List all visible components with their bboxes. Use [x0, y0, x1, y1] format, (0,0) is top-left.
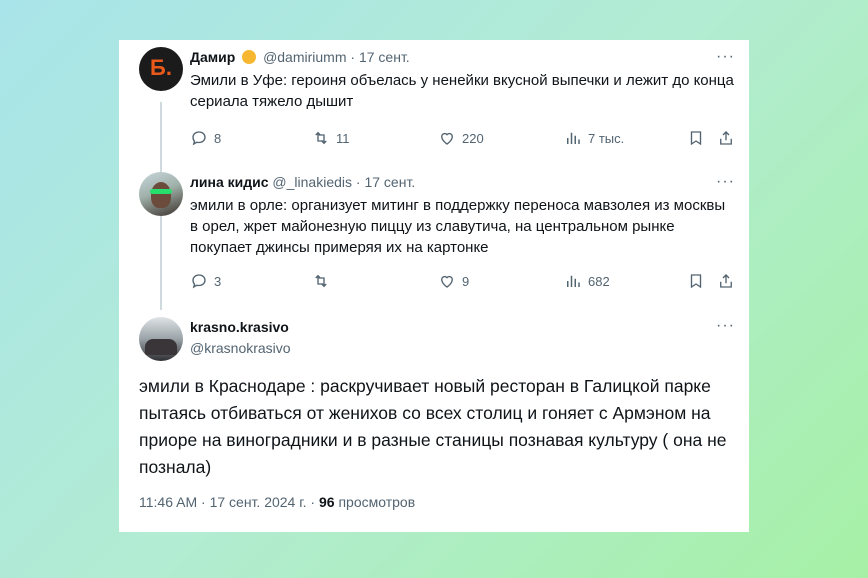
author-name[interactable]: Дамир — [190, 49, 235, 65]
like-button[interactable]: 220 — [438, 128, 484, 148]
share-icon — [720, 274, 732, 288]
bookmark-icon — [690, 131, 702, 146]
retweet-count: 11 — [336, 130, 350, 146]
avatar[interactable] — [139, 317, 183, 361]
tweet-date[interactable]: 17 сент. — [364, 174, 415, 190]
reply-icon — [192, 274, 206, 289]
separator: · — [310, 494, 316, 510]
share-button[interactable] — [717, 271, 741, 291]
reply-button[interactable]: 8 — [190, 128, 221, 148]
tweet-header: лина кидис @_linakiedis · 17 сент. — [190, 174, 415, 190]
author-name[interactable]: krasno.krasivo — [190, 319, 289, 335]
avatar[interactable] — [139, 172, 183, 216]
tweet-card: Б. Дамир @damiriumm · 17 сент. ··· Эмили… — [119, 40, 749, 532]
retweet-icon — [315, 131, 327, 145]
more-icon[interactable]: ··· — [716, 48, 735, 66]
main-tweet-handle-row: @krasnokrasivo — [190, 340, 291, 356]
views-count: 682 — [588, 273, 610, 289]
views-icon — [567, 275, 580, 287]
like-icon — [441, 275, 453, 288]
emoji-icon — [242, 50, 257, 64]
author-handle[interactable]: @krasnokrasivo — [190, 340, 291, 356]
more-icon[interactable]: ··· — [716, 173, 735, 191]
author-name[interactable]: лина кидис — [190, 174, 269, 190]
action-bar: 3 9 682 — [190, 271, 735, 291]
reply-count: 8 — [214, 130, 222, 146]
retweet-button[interactable]: 11 — [312, 128, 350, 148]
reply-count: 3 — [214, 273, 222, 289]
tweet-date[interactable]: 17 сент. — [359, 49, 410, 65]
like-button[interactable]: 9 — [438, 271, 469, 291]
bookmark-icon — [690, 274, 702, 289]
like-icon — [441, 132, 453, 145]
tweet-full-date[interactable]: 17 сент. 2024 г. — [210, 494, 307, 510]
share-button[interactable] — [717, 128, 741, 148]
retweet-icon — [315, 274, 327, 288]
tweet-header: Дамир @damiriumm · 17 сент. — [190, 49, 410, 65]
views-button[interactable]: 682 — [564, 271, 610, 291]
reply-button[interactable]: 3 — [190, 271, 221, 291]
tweet-time[interactable]: 11:46 AM — [139, 494, 197, 510]
avatar-group — [145, 339, 177, 355]
retweet-button[interactable] — [312, 271, 336, 291]
views-icon — [567, 132, 580, 144]
bookmark-button[interactable] — [687, 271, 711, 291]
bookmark-button[interactable] — [687, 128, 711, 148]
views-button[interactable]: 7 тыс. — [564, 128, 624, 148]
tweet-text: Эмили в Уфе: героиня объелась у ненейки … — [190, 72, 734, 110]
views-count: 7 тыс. — [588, 130, 625, 146]
avatar-logo: Б. — [150, 55, 172, 80]
views-label: просмотров — [338, 494, 416, 510]
action-bar: 8 11 220 7 тыс. — [190, 128, 735, 148]
views-count: 96 — [318, 494, 335, 510]
reply-icon — [192, 131, 206, 146]
like-count: 9 — [462, 273, 470, 289]
tweet-meta: 11:46 AM · 17 сент. 2024 г. · 96 просмот… — [139, 494, 415, 510]
more-icon[interactable]: ··· — [716, 317, 735, 335]
main-tweet-header: krasno.krasivo — [190, 319, 289, 335]
separator: · — [201, 494, 206, 510]
author-handle[interactable]: @_linakiedis — [272, 174, 352, 190]
like-count: 220 — [462, 130, 484, 146]
avatar-figure — [151, 182, 171, 208]
separator: · — [350, 49, 356, 65]
main-tweet-text: эмили в Краснодаре : раскручивает новый … — [139, 376, 727, 477]
share-icon — [720, 131, 732, 145]
thread-line — [160, 216, 162, 310]
tweet-text: эмили в орле: организует митинг в поддер… — [190, 197, 726, 256]
author-handle[interactable]: @damiriumm — [263, 49, 346, 65]
avatar-glasses — [150, 189, 172, 194]
avatar[interactable]: Б. — [139, 47, 183, 91]
separator: · — [355, 174, 361, 190]
